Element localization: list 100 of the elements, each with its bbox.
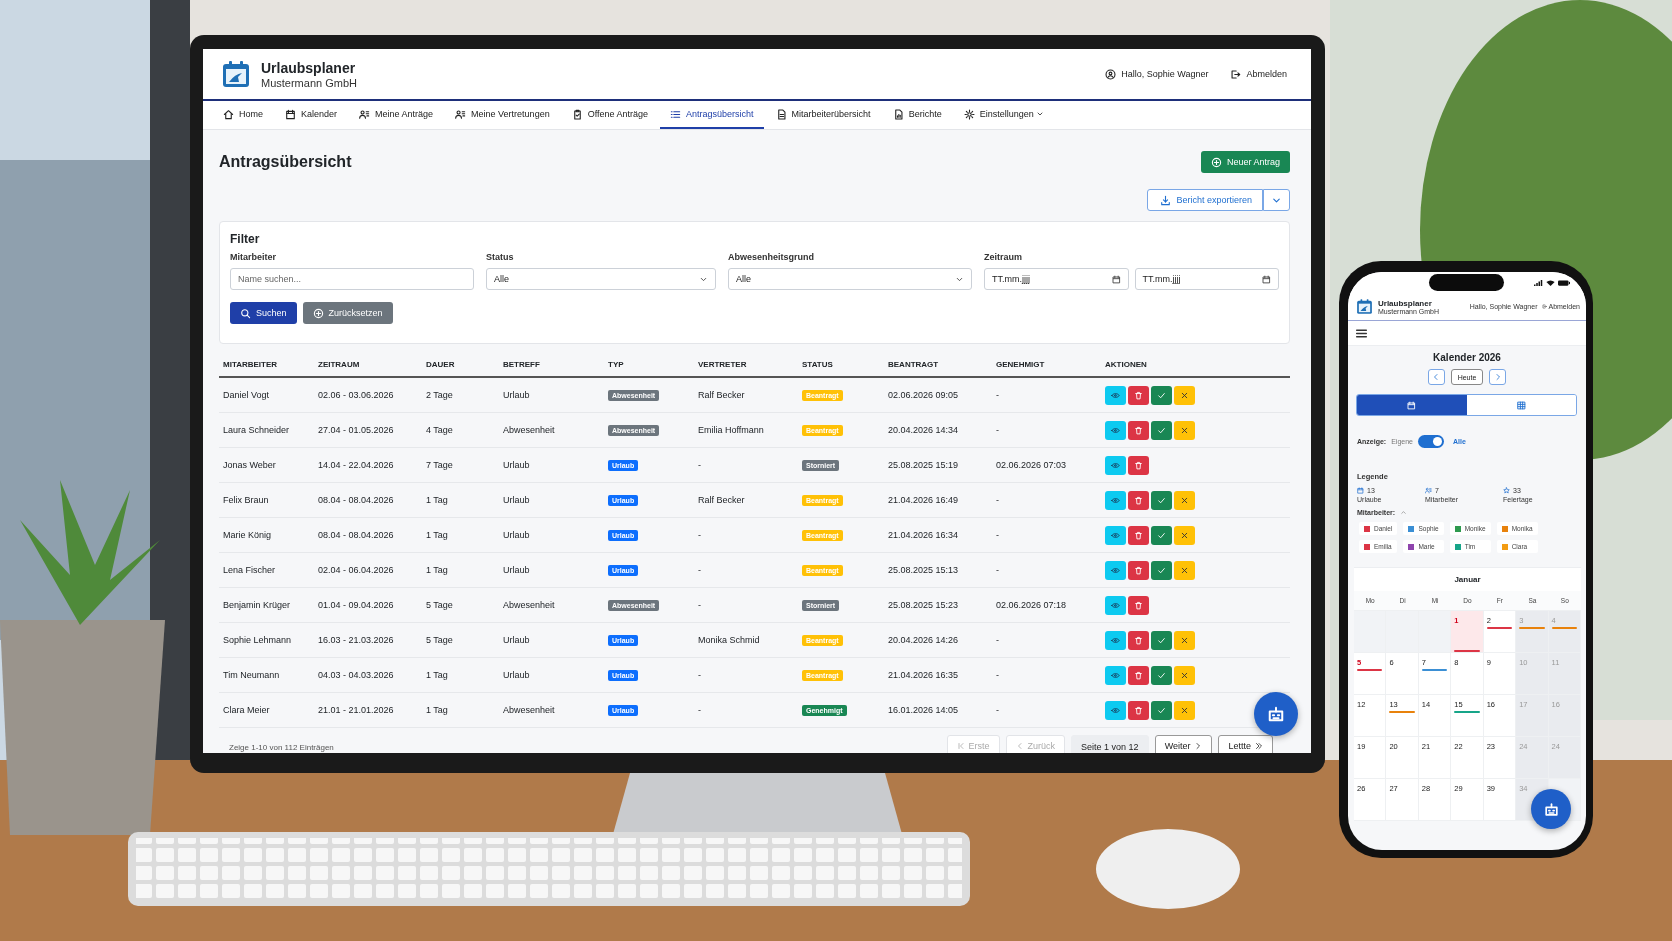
view-button[interactable] xyxy=(1105,560,1126,580)
nav-tab[interactable]: Berichte xyxy=(882,101,952,129)
company-name: Mustermann GmbH xyxy=(261,76,357,89)
nav-tab[interactable]: Mitarbeiterübersicht xyxy=(765,101,881,129)
select-field[interactable]: Alle xyxy=(486,268,716,290)
reset-button[interactable]: Zurücksetzen xyxy=(302,302,393,324)
trash-icon xyxy=(1134,635,1143,645)
document-icon xyxy=(775,108,787,120)
reject-button[interactable] xyxy=(1174,665,1195,685)
table-cell-text: - xyxy=(996,390,1000,400)
view-button[interactable] xyxy=(1105,420,1126,440)
search-button[interactable]: Suchen xyxy=(230,302,297,324)
field-label: Zeitraum xyxy=(984,252,1023,262)
view-button[interactable] xyxy=(1105,630,1126,650)
delete-button[interactable] xyxy=(1128,385,1149,405)
view-toggle[interactable] xyxy=(1357,395,1467,415)
table-cell-text: Tim Neumann xyxy=(223,670,281,680)
table-cell-text: 21.04.2026 16:49 xyxy=(888,495,960,505)
delete-button[interactable] xyxy=(1128,455,1149,475)
date-field[interactable]: TT.mm.jjjj xyxy=(984,268,1129,290)
approve-button[interactable] xyxy=(1151,420,1172,440)
delete-button[interactable] xyxy=(1128,595,1149,615)
nav-tab[interactable]: Meine Anträge xyxy=(349,101,444,129)
reject-button[interactable] xyxy=(1174,560,1195,580)
delete-button[interactable] xyxy=(1128,490,1149,510)
nav-tab[interactable]: Home xyxy=(213,101,273,129)
table-cell-text: 1 Tag xyxy=(426,530,449,540)
battery-icon xyxy=(1558,280,1570,286)
nav-tab[interactable]: Offene Anträge xyxy=(561,101,659,129)
user-greeting[interactable]: Hallo, Sophie Wagner xyxy=(1105,68,1209,80)
table-cell-text: Lena Fischer xyxy=(223,565,277,575)
table-cell-text: Felix Braun xyxy=(223,495,270,505)
view-button[interactable] xyxy=(1105,385,1126,405)
delete-button[interactable] xyxy=(1128,560,1149,580)
export-dropdown-button[interactable] xyxy=(1263,189,1290,211)
trash-icon xyxy=(1134,460,1143,470)
table-cell-text: Jonas Weber xyxy=(223,460,277,470)
delete-button[interactable] xyxy=(1128,525,1149,545)
approve-button[interactable] xyxy=(1151,525,1172,545)
view-button[interactable] xyxy=(1105,700,1126,720)
chevron-left-icon xyxy=(1432,373,1441,381)
reject-button[interactable] xyxy=(1174,490,1195,510)
logout-link[interactable]: Abmelden xyxy=(1230,68,1287,80)
date-field[interactable]: TT.mm.jjjj xyxy=(1134,268,1279,290)
table-cell-text: Sophie Lehmann xyxy=(223,635,293,645)
trash-icon xyxy=(1134,390,1143,400)
view-button[interactable] xyxy=(1105,665,1126,685)
new-request-button[interactable]: Neuer Antrag xyxy=(1200,151,1290,173)
reject-button[interactable] xyxy=(1174,385,1195,405)
view-button[interactable] xyxy=(1105,525,1126,545)
view-button[interactable] xyxy=(1105,595,1126,615)
delete-button[interactable] xyxy=(1128,630,1149,650)
pagination-button[interactable]: Weiter xyxy=(1154,735,1213,753)
approve-button[interactable] xyxy=(1151,560,1172,580)
export-button[interactable]: Bericht exportieren xyxy=(1147,189,1263,211)
approve-button[interactable] xyxy=(1151,490,1172,510)
app-title: Urlaubsplaner xyxy=(1378,298,1433,308)
table-cell-text: Ralf Becker xyxy=(698,390,746,400)
signal-icon xyxy=(1534,280,1543,286)
last-icon xyxy=(1255,742,1263,750)
table-cell-text: 02.06.2026 07:18 xyxy=(996,600,1068,610)
next-button[interactable] xyxy=(1489,369,1507,385)
view-button[interactable] xyxy=(1105,490,1126,510)
approve-button[interactable] xyxy=(1151,700,1172,720)
table-cell-text: Monika Schmid xyxy=(698,635,761,645)
select-field[interactable]: Alle xyxy=(728,268,972,290)
nav-tab[interactable]: Kalender xyxy=(275,101,348,129)
close-icon xyxy=(1180,635,1189,645)
pagination-button[interactable]: Lettte xyxy=(1218,735,1273,753)
logout-icon xyxy=(1230,68,1242,80)
approve-button[interactable] xyxy=(1151,385,1172,405)
chatbot-button[interactable] xyxy=(1254,692,1298,736)
approve-button[interactable] xyxy=(1151,630,1172,650)
reject-button[interactable] xyxy=(1174,420,1195,440)
entries-info: Zeige 1-10 von 112 Einträgen xyxy=(229,742,334,752)
table-cell-text: - xyxy=(698,670,702,680)
delete-button[interactable] xyxy=(1128,700,1149,720)
home-icon xyxy=(223,108,234,120)
input-field[interactable]: Name suchen... xyxy=(230,268,474,290)
calendar-title: Kalender 2026 xyxy=(1433,352,1501,363)
table-cell-text: 20.04.2026 14:34 xyxy=(888,425,960,435)
eye-icon xyxy=(1111,390,1120,400)
view-toggle[interactable] xyxy=(1466,395,1576,415)
table-cell-text: 1 Tag xyxy=(426,705,449,715)
nav-tab[interactable]: Antragsübersicht xyxy=(660,101,764,129)
approve-button[interactable] xyxy=(1151,665,1172,685)
reject-button[interactable] xyxy=(1174,525,1195,545)
trash-icon xyxy=(1134,530,1143,540)
user-icon xyxy=(1105,68,1117,80)
previous-button[interactable] xyxy=(1427,369,1445,385)
nav-tab[interactable]: Einstellungen xyxy=(953,101,1054,129)
delete-button[interactable] xyxy=(1128,420,1149,440)
view-button[interactable] xyxy=(1105,455,1126,475)
table-cell-text: Urlaub xyxy=(503,495,531,505)
delete-button[interactable] xyxy=(1128,665,1149,685)
reject-button[interactable] xyxy=(1174,630,1195,650)
column-header: VERTRETER xyxy=(698,359,748,369)
toggle-switch[interactable] xyxy=(1417,435,1444,448)
reject-button[interactable] xyxy=(1174,700,1195,720)
nav-tab[interactable]: Meine Vertretungen xyxy=(445,101,560,129)
